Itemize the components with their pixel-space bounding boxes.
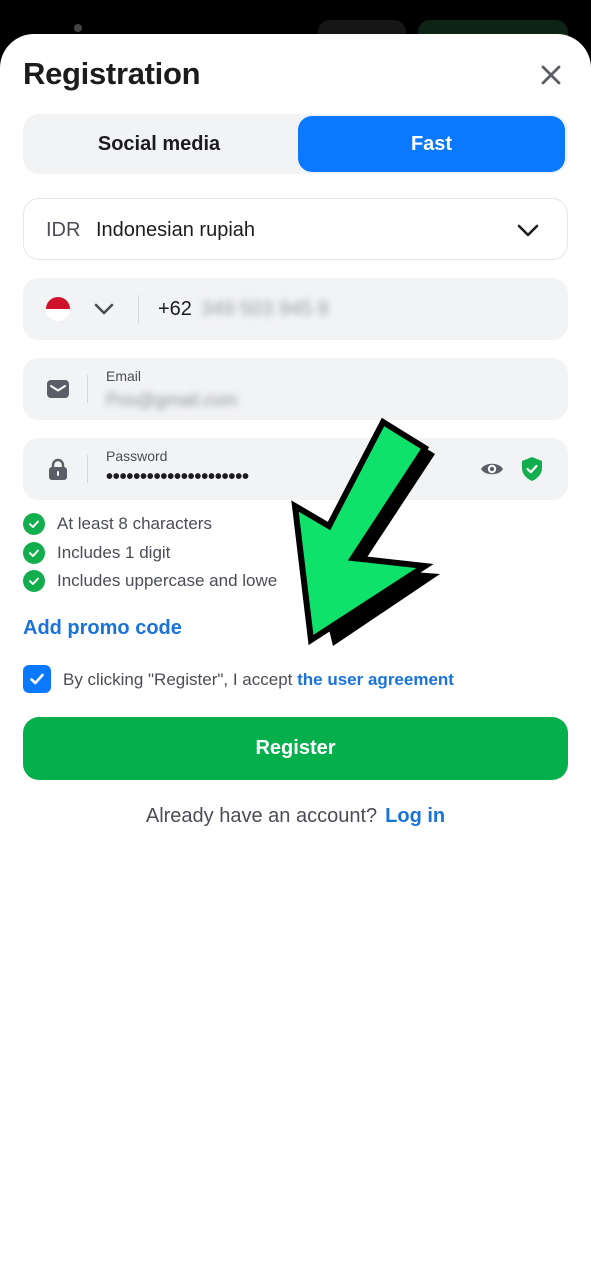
password-rules: At least 8 characters Includes 1 digit I… — [23, 510, 277, 596]
envelope-icon — [46, 377, 70, 401]
camera-dot — [74, 24, 82, 32]
email-input[interactable]: Pos@gmail.com — [106, 390, 237, 411]
register-button[interactable]: Register — [23, 717, 568, 780]
rule-text: Includes 1 digit — [57, 542, 171, 562]
check-circle-icon — [23, 513, 45, 536]
login-prompt: Already have an account? — [145, 805, 378, 827]
password-label: Password — [106, 448, 168, 464]
agreement-prefix: By clicking "Register", I accept — [63, 670, 293, 689]
agreement-text: By clicking "Register", I accept the use… — [63, 670, 454, 690]
registration-sheet: Registration Social media Fast IDR Indon… — [0, 34, 591, 1280]
currency-select[interactable]: IDR Indonesian rupiah — [23, 198, 568, 260]
password-input[interactable]: ••••••••••••••••••••• — [106, 466, 249, 489]
divider — [87, 455, 88, 483]
currency-name: Indonesian rupiah — [96, 219, 256, 241]
tab-social-media[interactable]: Social media — [25, 116, 293, 172]
phone-prefix: +62 — [158, 298, 192, 320]
eye-icon[interactable] — [479, 457, 505, 481]
email-field[interactable]: Email Pos@gmail.com — [23, 358, 568, 420]
login-row: Already have an account? Log in — [0, 805, 591, 828]
rule-item: Includes 1 digit — [23, 539, 277, 568]
close-icon[interactable] — [536, 60, 566, 90]
phone-field[interactable]: +62 349 503 945 8 — [23, 278, 568, 340]
password-field[interactable]: Password ••••••••••••••••••••• — [23, 438, 568, 500]
lock-icon — [46, 457, 70, 481]
divider — [87, 375, 88, 403]
registration-tabs: Social media Fast — [23, 114, 568, 174]
indonesia-flag-icon — [46, 297, 70, 321]
rule-text: Includes uppercase and lowe — [57, 571, 278, 591]
shield-check-icon — [520, 456, 544, 482]
rule-text: At least 8 characters — [57, 514, 212, 534]
rule-item: Includes uppercase and lowe — [23, 567, 277, 596]
add-promo-code-link[interactable]: Add promo code — [23, 617, 182, 640]
rule-item: At least 8 characters — [23, 510, 277, 539]
email-label: Email — [106, 368, 142, 384]
phone-number-input[interactable]: 349 503 945 8 — [201, 298, 329, 321]
chevron-down-icon[interactable] — [93, 299, 115, 319]
chevron-down-icon[interactable] — [516, 219, 540, 241]
check-circle-icon — [23, 541, 45, 564]
divider — [138, 295, 139, 323]
login-link[interactable]: Log in — [385, 805, 445, 827]
page-title: Registration — [23, 56, 201, 91]
check-circle-icon — [23, 570, 45, 593]
tab-fast[interactable]: Fast — [298, 116, 565, 172]
currency-code: IDR — [46, 219, 81, 241]
agreement-checkbox[interactable] — [23, 665, 51, 693]
user-agreement-link[interactable]: the user agreement — [297, 670, 454, 689]
